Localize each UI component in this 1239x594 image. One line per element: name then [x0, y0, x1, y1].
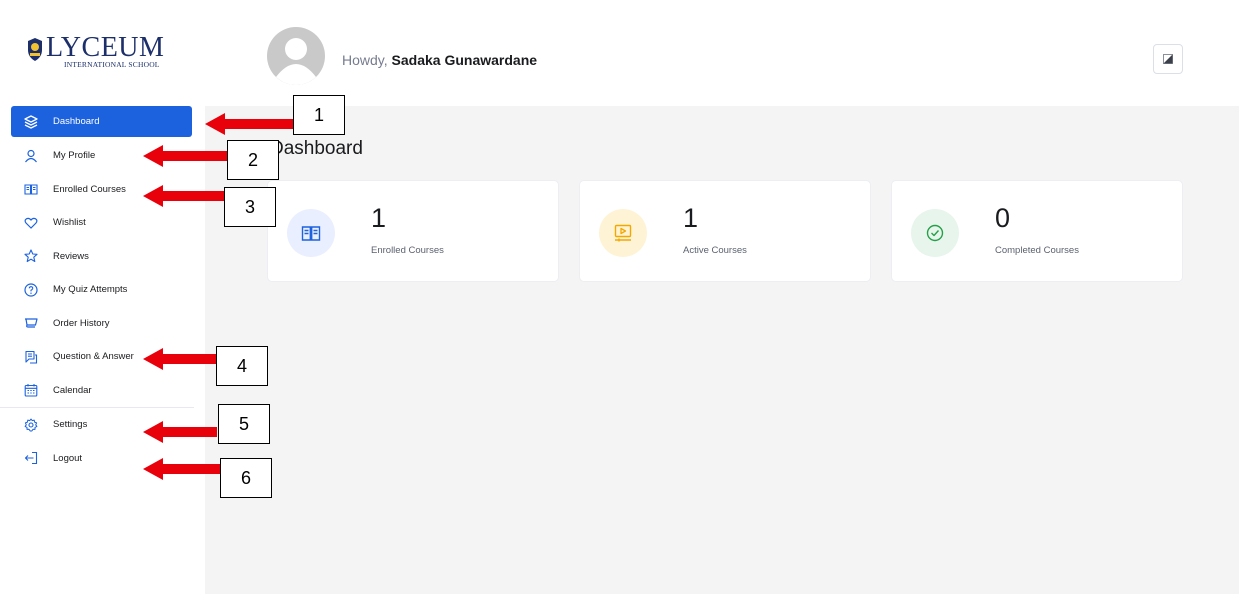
- book-icon: [24, 182, 38, 196]
- book-icon: [301, 226, 321, 241]
- user-icon: [24, 149, 38, 163]
- sidebar-item-my-quiz-attempts[interactable]: My Quiz Attempts: [11, 273, 192, 307]
- stat-icon-circle: [911, 209, 959, 257]
- school-logo[interactable]: LYCEUM INTERNATIONAL SCHOOL: [24, 33, 194, 73]
- logout-icon: [24, 451, 38, 465]
- sidebar-item-label: Settings: [53, 419, 88, 431]
- stat-card-enrolled-courses: 1 Enrolled Courses: [267, 180, 559, 282]
- check-circle-icon: [926, 224, 944, 242]
- callout-1: 1: [293, 95, 345, 135]
- sidebar-item-label: Enrolled Courses: [53, 183, 126, 195]
- greeting-text: Howdy,: [342, 52, 388, 68]
- annotation-arrow: [143, 348, 217, 370]
- stat-card-active-courses: 1 Active Courses: [579, 180, 871, 282]
- annotation-arrow: [143, 421, 217, 443]
- sidebar-item-calendar[interactable]: Calendar: [11, 374, 192, 408]
- sidebar-item-wishlist[interactable]: Wishlist: [11, 206, 192, 240]
- contrast-icon: [1163, 54, 1173, 64]
- annotation-arrow: [143, 145, 229, 167]
- avatar[interactable]: [267, 27, 325, 85]
- video-icon: [614, 224, 632, 242]
- stat-label: Completed Courses: [995, 245, 1079, 256]
- annotation-arrow: [143, 458, 221, 480]
- sidebar-item-label: My Profile: [53, 150, 96, 162]
- stat-label: Enrolled Courses: [371, 245, 444, 256]
- sidebar-item-label: Order History: [53, 317, 110, 329]
- qa-icon: [24, 350, 38, 364]
- theme-toggle-button[interactable]: [1153, 44, 1183, 74]
- stat-card-completed-courses: 0 Completed Courses: [891, 180, 1183, 282]
- sidebar: LYCEUM INTERNATIONAL SCHOOL Dashboard My…: [0, 0, 205, 594]
- sidebar-item-label: My Quiz Attempts: [53, 284, 128, 296]
- sidebar-item-label: Calendar: [53, 384, 92, 396]
- sidebar-item-reviews[interactable]: Reviews: [11, 240, 192, 274]
- stat-value: 0: [995, 203, 1011, 233]
- sidebar-item-order-history[interactable]: Order History: [11, 307, 192, 341]
- sidebar-item-label: Wishlist: [53, 217, 86, 229]
- sidebar-item-label: Logout: [53, 452, 83, 464]
- cart-icon: [24, 316, 38, 330]
- logo-title: LYCEUM: [46, 32, 165, 63]
- sidebar-item-dashboard[interactable]: Dashboard: [11, 106, 192, 137]
- sidebar-item-label: Question & Answer: [53, 351, 134, 363]
- callout-5: 5: [218, 404, 270, 444]
- stat-value: 1: [371, 203, 387, 233]
- crest-icon: [28, 38, 42, 61]
- callout-3: 3: [224, 187, 276, 227]
- top-bar: Howdy, Sadaka Gunawardane: [205, 0, 1239, 106]
- calendar-icon: [24, 383, 38, 397]
- callout-6: 6: [220, 458, 272, 498]
- stat-value: 1: [683, 203, 699, 233]
- stat-label: Active Courses: [683, 245, 747, 256]
- page-title: Dashboard: [270, 138, 363, 159]
- stat-icon-circle: [287, 209, 335, 257]
- gear-icon: [24, 418, 38, 432]
- annotation-arrow: [143, 185, 229, 207]
- greeting: Howdy, Sadaka Gunawardane: [342, 52, 537, 68]
- logo-subtitle: INTERNATIONAL SCHOOL: [64, 60, 160, 69]
- callout-2: 2: [227, 140, 279, 180]
- sidebar-item-label: Dashboard: [53, 116, 100, 127]
- user-name: Sadaka Gunawardane: [391, 52, 538, 68]
- heart-icon: [24, 216, 38, 230]
- star-icon: [24, 249, 38, 263]
- stat-icon-circle: [599, 209, 647, 257]
- question-icon: [24, 283, 38, 297]
- annotation-arrow: [205, 113, 293, 135]
- dashboard-icon: [24, 114, 38, 129]
- sidebar-item-label: Reviews: [53, 250, 89, 262]
- callout-4: 4: [216, 346, 268, 386]
